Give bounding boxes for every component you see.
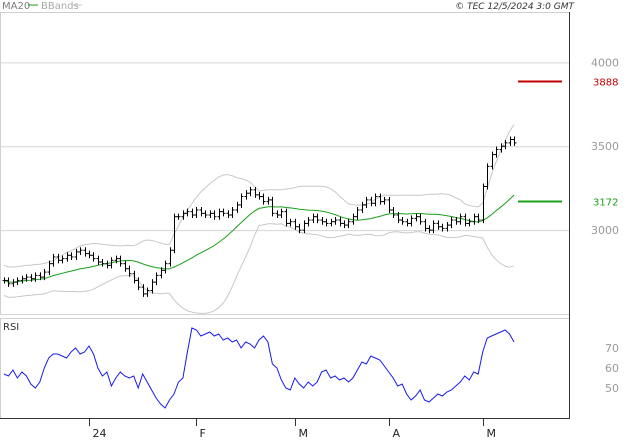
x-tick-label: F <box>200 427 206 440</box>
rsi-label: RSI <box>3 322 19 333</box>
y-axis-ticks: 3000 3500 4000 50 60 70 <box>591 56 619 395</box>
rsi-tick-label: 60 <box>605 362 619 375</box>
x-tick-label: M <box>487 427 497 440</box>
price-tick-label: 4000 <box>591 56 619 69</box>
x-tick-label: 24 <box>93 427 107 440</box>
bbands-legend-label: BBands <box>41 1 79 12</box>
price-tick-label: 3500 <box>591 140 619 153</box>
x-tick-label: A <box>393 427 401 440</box>
stock-chart: MA20 BBands © TEC 12/5/2024 3:0 GMT RSI … <box>0 1 619 440</box>
copyright-timestamp: © TEC 12/5/2024 3:0 GMT <box>455 2 575 12</box>
rsi-panel-frame <box>0 318 570 419</box>
x-tick-label: M <box>299 427 309 440</box>
marker-label: 3888 <box>593 78 618 89</box>
chart-header: MA20 BBands © TEC 12/5/2024 3:0 GMT <box>2 1 576 12</box>
rsi-tick-label: 50 <box>605 382 619 395</box>
price-panel-frame <box>0 12 570 315</box>
ma20-legend-label: MA20 <box>2 1 30 12</box>
marker-label: 3172 <box>593 198 618 209</box>
x-axis-ticks: 24 F M A M <box>89 419 497 440</box>
rsi-tick-label: 70 <box>605 342 619 355</box>
price-tick-label: 3000 <box>591 224 619 237</box>
